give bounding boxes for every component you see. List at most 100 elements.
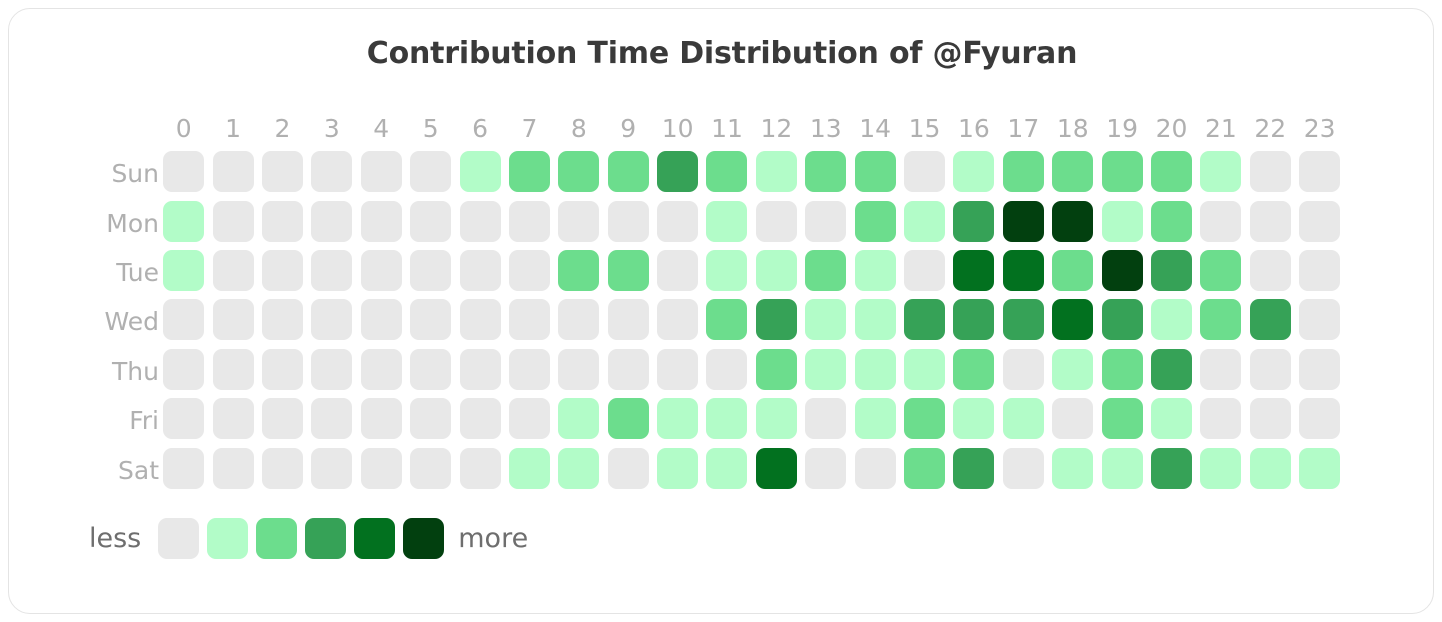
heatmap-cell-thu-21[interactable] [1200, 348, 1242, 390]
heatmap-cell-sun-0[interactable] [163, 151, 205, 193]
heatmap-cell-fri-23[interactable] [1299, 398, 1341, 440]
heatmap-cell-sat-6[interactable] [459, 447, 501, 489]
heatmap-cell-tue-0[interactable] [163, 249, 205, 291]
heatmap-cell-wed-11[interactable] [706, 299, 748, 341]
heatmap-cell-sat-7[interactable] [508, 447, 550, 489]
heatmap-cell-tue-4[interactable] [360, 249, 402, 291]
heatmap-cell-fri-13[interactable] [805, 398, 847, 440]
heatmap-cell-wed-12[interactable] [755, 299, 797, 341]
heatmap-cell-tue-10[interactable] [657, 249, 699, 291]
heatmap-cell-fri-19[interactable] [1101, 398, 1143, 440]
heatmap-cell-sat-4[interactable] [360, 447, 402, 489]
heatmap-cell-tue-23[interactable] [1299, 249, 1341, 291]
heatmap-cell-sat-8[interactable] [558, 447, 600, 489]
heatmap-cell-sun-14[interactable] [854, 151, 896, 193]
heatmap-cell-fri-3[interactable] [311, 398, 353, 440]
heatmap-cell-fri-15[interactable] [904, 398, 946, 440]
heatmap-cell-mon-22[interactable] [1249, 200, 1291, 242]
heatmap-cell-fri-2[interactable] [261, 398, 303, 440]
heatmap-cell-thu-11[interactable] [706, 348, 748, 390]
heatmap-cell-mon-14[interactable] [854, 200, 896, 242]
heatmap-cell-wed-3[interactable] [311, 299, 353, 341]
heatmap-cell-mon-11[interactable] [706, 200, 748, 242]
heatmap-cell-sat-13[interactable] [805, 447, 847, 489]
heatmap-cell-sun-17[interactable] [1002, 151, 1044, 193]
heatmap-cell-sun-19[interactable] [1101, 151, 1143, 193]
heatmap-cell-wed-17[interactable] [1002, 299, 1044, 341]
heatmap-cell-sat-21[interactable] [1200, 447, 1242, 489]
heatmap-cell-mon-4[interactable] [360, 200, 402, 242]
heatmap-cell-tue-20[interactable] [1151, 249, 1192, 291]
heatmap-cell-thu-10[interactable] [657, 348, 699, 390]
heatmap-cell-thu-18[interactable] [1052, 348, 1094, 390]
heatmap-cell-sun-12[interactable] [755, 151, 797, 193]
heatmap-cell-thu-23[interactable] [1299, 348, 1341, 390]
heatmap-cell-fri-12[interactable] [755, 398, 797, 440]
heatmap-cell-sun-16[interactable] [953, 151, 995, 193]
heatmap-cell-mon-6[interactable] [459, 200, 501, 242]
heatmap-cell-sun-6[interactable] [459, 151, 501, 193]
heatmap-cell-tue-2[interactable] [261, 249, 303, 291]
heatmap-cell-wed-7[interactable] [508, 299, 550, 341]
heatmap-cell-tue-3[interactable] [311, 249, 353, 291]
heatmap-cell-sun-11[interactable] [706, 151, 748, 193]
heatmap-cell-sun-9[interactable] [607, 151, 649, 193]
heatmap-cell-fri-1[interactable] [212, 398, 254, 440]
heatmap-cell-thu-20[interactable] [1151, 348, 1192, 390]
heatmap-cell-sun-1[interactable] [212, 151, 254, 193]
heatmap-cell-tue-1[interactable] [212, 249, 254, 291]
heatmap-cell-thu-6[interactable] [459, 348, 501, 390]
heatmap-cell-tue-22[interactable] [1249, 249, 1291, 291]
heatmap-cell-thu-12[interactable] [755, 348, 797, 390]
heatmap-cell-mon-8[interactable] [558, 200, 600, 242]
heatmap-cell-mon-20[interactable] [1151, 200, 1192, 242]
heatmap-cell-sat-19[interactable] [1101, 447, 1143, 489]
heatmap-cell-wed-8[interactable] [558, 299, 600, 341]
heatmap-cell-mon-2[interactable] [261, 200, 303, 242]
heatmap-cell-mon-18[interactable] [1052, 200, 1094, 242]
heatmap-cell-sun-23[interactable] [1299, 151, 1341, 193]
heatmap-cell-wed-16[interactable] [953, 299, 995, 341]
heatmap-cell-thu-7[interactable] [508, 348, 550, 390]
heatmap-cell-wed-2[interactable] [261, 299, 303, 341]
heatmap-cell-tue-19[interactable] [1101, 249, 1143, 291]
heatmap-cell-mon-19[interactable] [1101, 200, 1143, 242]
heatmap-cell-sun-18[interactable] [1052, 151, 1094, 193]
heatmap-cell-mon-15[interactable] [904, 200, 946, 242]
heatmap-cell-wed-22[interactable] [1249, 299, 1291, 341]
heatmap-cell-tue-21[interactable] [1200, 249, 1242, 291]
heatmap-cell-sun-7[interactable] [508, 151, 550, 193]
heatmap-cell-thu-16[interactable] [953, 348, 995, 390]
heatmap-cell-sun-5[interactable] [410, 151, 452, 193]
heatmap-cell-fri-0[interactable] [163, 398, 205, 440]
heatmap-cell-wed-15[interactable] [904, 299, 946, 341]
heatmap-cell-wed-10[interactable] [657, 299, 699, 341]
heatmap-cell-sun-13[interactable] [805, 151, 847, 193]
heatmap-cell-wed-0[interactable] [163, 299, 205, 341]
heatmap-cell-mon-13[interactable] [805, 200, 847, 242]
heatmap-cell-tue-8[interactable] [558, 249, 600, 291]
heatmap-cell-fri-18[interactable] [1052, 398, 1094, 440]
heatmap-cell-fri-8[interactable] [558, 398, 600, 440]
heatmap-cell-tue-11[interactable] [706, 249, 748, 291]
heatmap-cell-sat-5[interactable] [410, 447, 452, 489]
heatmap-cell-mon-5[interactable] [410, 200, 452, 242]
heatmap-cell-sat-2[interactable] [261, 447, 303, 489]
heatmap-cell-sat-10[interactable] [657, 447, 699, 489]
heatmap-cell-tue-13[interactable] [805, 249, 847, 291]
heatmap-cell-sat-9[interactable] [607, 447, 649, 489]
heatmap-cell-fri-6[interactable] [459, 398, 501, 440]
heatmap-cell-sun-15[interactable] [904, 151, 946, 193]
heatmap-cell-wed-18[interactable] [1052, 299, 1094, 341]
heatmap-cell-sat-17[interactable] [1002, 447, 1044, 489]
heatmap-cell-fri-17[interactable] [1002, 398, 1044, 440]
heatmap-cell-fri-10[interactable] [657, 398, 699, 440]
heatmap-cell-tue-17[interactable] [1002, 249, 1044, 291]
heatmap-cell-mon-10[interactable] [657, 200, 699, 242]
heatmap-cell-thu-14[interactable] [854, 348, 896, 390]
heatmap-cell-fri-7[interactable] [508, 398, 550, 440]
heatmap-cell-mon-3[interactable] [311, 200, 353, 242]
heatmap-cell-tue-7[interactable] [508, 249, 550, 291]
heatmap-cell-tue-18[interactable] [1052, 249, 1094, 291]
heatmap-cell-mon-17[interactable] [1002, 200, 1044, 242]
